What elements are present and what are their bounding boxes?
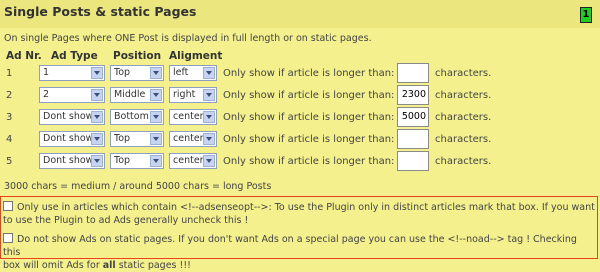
chevron-down-icon[interactable] bbox=[203, 133, 215, 145]
option-no-static-ads: Do not show Ads on static pages. If you … bbox=[3, 233, 597, 272]
ad-row: 3 Dont show Bottom center Only show if a… bbox=[0, 107, 600, 129]
min-length-input[interactable] bbox=[397, 151, 429, 171]
option-text: static pages !!! bbox=[115, 260, 191, 271]
ad-number: 1 bbox=[6, 68, 13, 79]
ad-type-select[interactable]: Dont show bbox=[39, 153, 105, 169]
position-select[interactable]: Top bbox=[110, 153, 164, 169]
option-text: Do not show Ads on static pages. If you … bbox=[3, 234, 577, 258]
option-text: to use the Plugin to ad Ads generally un… bbox=[3, 215, 249, 226]
chevron-down-icon[interactable] bbox=[91, 111, 103, 123]
no-static-ads-checkbox[interactable] bbox=[3, 233, 13, 243]
characters-label: characters. bbox=[435, 134, 492, 145]
alignment-select[interactable]: center bbox=[169, 153, 217, 169]
ad-number: 5 bbox=[6, 156, 13, 167]
ad-row: 5 Dont show Top center Only show if arti… bbox=[0, 151, 600, 173]
chevron-down-icon[interactable] bbox=[203, 155, 215, 167]
ad-row: 2 2 Middle right Only show if article is… bbox=[0, 85, 600, 107]
alignment-select[interactable]: left bbox=[169, 65, 217, 81]
ad-row: 1 1 Top left Only show if article is lon… bbox=[0, 63, 600, 85]
position-select[interactable]: Middle bbox=[110, 87, 164, 103]
ad-type-select[interactable]: Dont show bbox=[39, 131, 105, 147]
alignment-select[interactable]: center bbox=[169, 109, 217, 125]
chevron-down-icon[interactable] bbox=[203, 89, 215, 101]
alignment-select[interactable]: center bbox=[169, 131, 217, 147]
min-length-label: Only show if article is longer than: bbox=[223, 112, 395, 123]
chevron-down-icon[interactable] bbox=[150, 155, 162, 167]
ad-number: 2 bbox=[6, 90, 13, 101]
min-length-input[interactable] bbox=[397, 63, 429, 83]
section-header: Single Posts & static Pages 1 bbox=[0, 0, 600, 28]
position-select[interactable]: Bottom bbox=[110, 109, 164, 125]
ad-type-select[interactable]: Dont show bbox=[39, 109, 105, 125]
section-title: Single Posts & static Pages bbox=[4, 4, 197, 19]
characters-label: characters. bbox=[435, 68, 492, 79]
column-header-ad-type: Ad Type bbox=[51, 50, 98, 62]
min-length-label: Only show if article is longer than: bbox=[223, 68, 395, 79]
position-select[interactable]: Top bbox=[110, 131, 164, 147]
option-text: Only use in articles which contain <!--a… bbox=[17, 202, 595, 213]
options-box: Only use in articles which contain <!--a… bbox=[0, 196, 598, 271]
min-length-label: Only show if article is longer than: bbox=[223, 90, 395, 101]
ad-type-select[interactable]: 1 bbox=[39, 65, 105, 81]
chevron-down-icon[interactable] bbox=[150, 133, 162, 145]
min-length-label: Only show if article is longer than: bbox=[223, 156, 395, 167]
option-text-emphasis: all bbox=[102, 260, 116, 271]
chevron-down-icon[interactable] bbox=[150, 111, 162, 123]
chevron-down-icon[interactable] bbox=[150, 89, 162, 101]
chevron-down-icon[interactable] bbox=[203, 67, 215, 79]
count-badge: 1 bbox=[580, 7, 592, 23]
position-select[interactable]: Top bbox=[110, 65, 164, 81]
option-text: box will omit Ads for bbox=[3, 260, 103, 271]
ad-number: 4 bbox=[6, 134, 13, 145]
characters-label: characters. bbox=[435, 156, 492, 167]
chevron-down-icon[interactable] bbox=[91, 133, 103, 145]
characters-label: characters. bbox=[435, 90, 492, 101]
column-header-alignment: Aligment bbox=[169, 50, 223, 62]
chevron-down-icon[interactable] bbox=[91, 89, 103, 101]
min-length-input[interactable]: 5000 bbox=[397, 107, 429, 127]
ad-type-select[interactable]: 2 bbox=[39, 87, 105, 103]
alignment-select[interactable]: right bbox=[169, 87, 217, 103]
option-adsenseopt: Only use in articles which contain <!--a… bbox=[3, 201, 595, 227]
section-description: On single Pages where ONE Post is displa… bbox=[4, 33, 372, 44]
min-length-label: Only show if article is longer than: bbox=[223, 134, 395, 145]
chevron-down-icon[interactable] bbox=[91, 155, 103, 167]
adsenseopt-checkbox[interactable] bbox=[3, 201, 13, 211]
column-header-ad-nr: Ad Nr. bbox=[6, 50, 42, 62]
chevron-down-icon[interactable] bbox=[203, 111, 215, 123]
ad-number: 3 bbox=[6, 112, 13, 123]
chevron-down-icon[interactable] bbox=[91, 67, 103, 79]
min-length-input[interactable]: 2300 bbox=[397, 85, 429, 105]
characters-label: characters. bbox=[435, 112, 492, 123]
column-header-position: Position bbox=[113, 50, 162, 62]
ad-row: 4 Dont show Top center Only show if arti… bbox=[0, 129, 600, 151]
chevron-down-icon[interactable] bbox=[150, 67, 162, 79]
length-hint: 3000 chars = medium / around 5000 chars … bbox=[4, 181, 272, 192]
min-length-input[interactable] bbox=[397, 129, 429, 149]
